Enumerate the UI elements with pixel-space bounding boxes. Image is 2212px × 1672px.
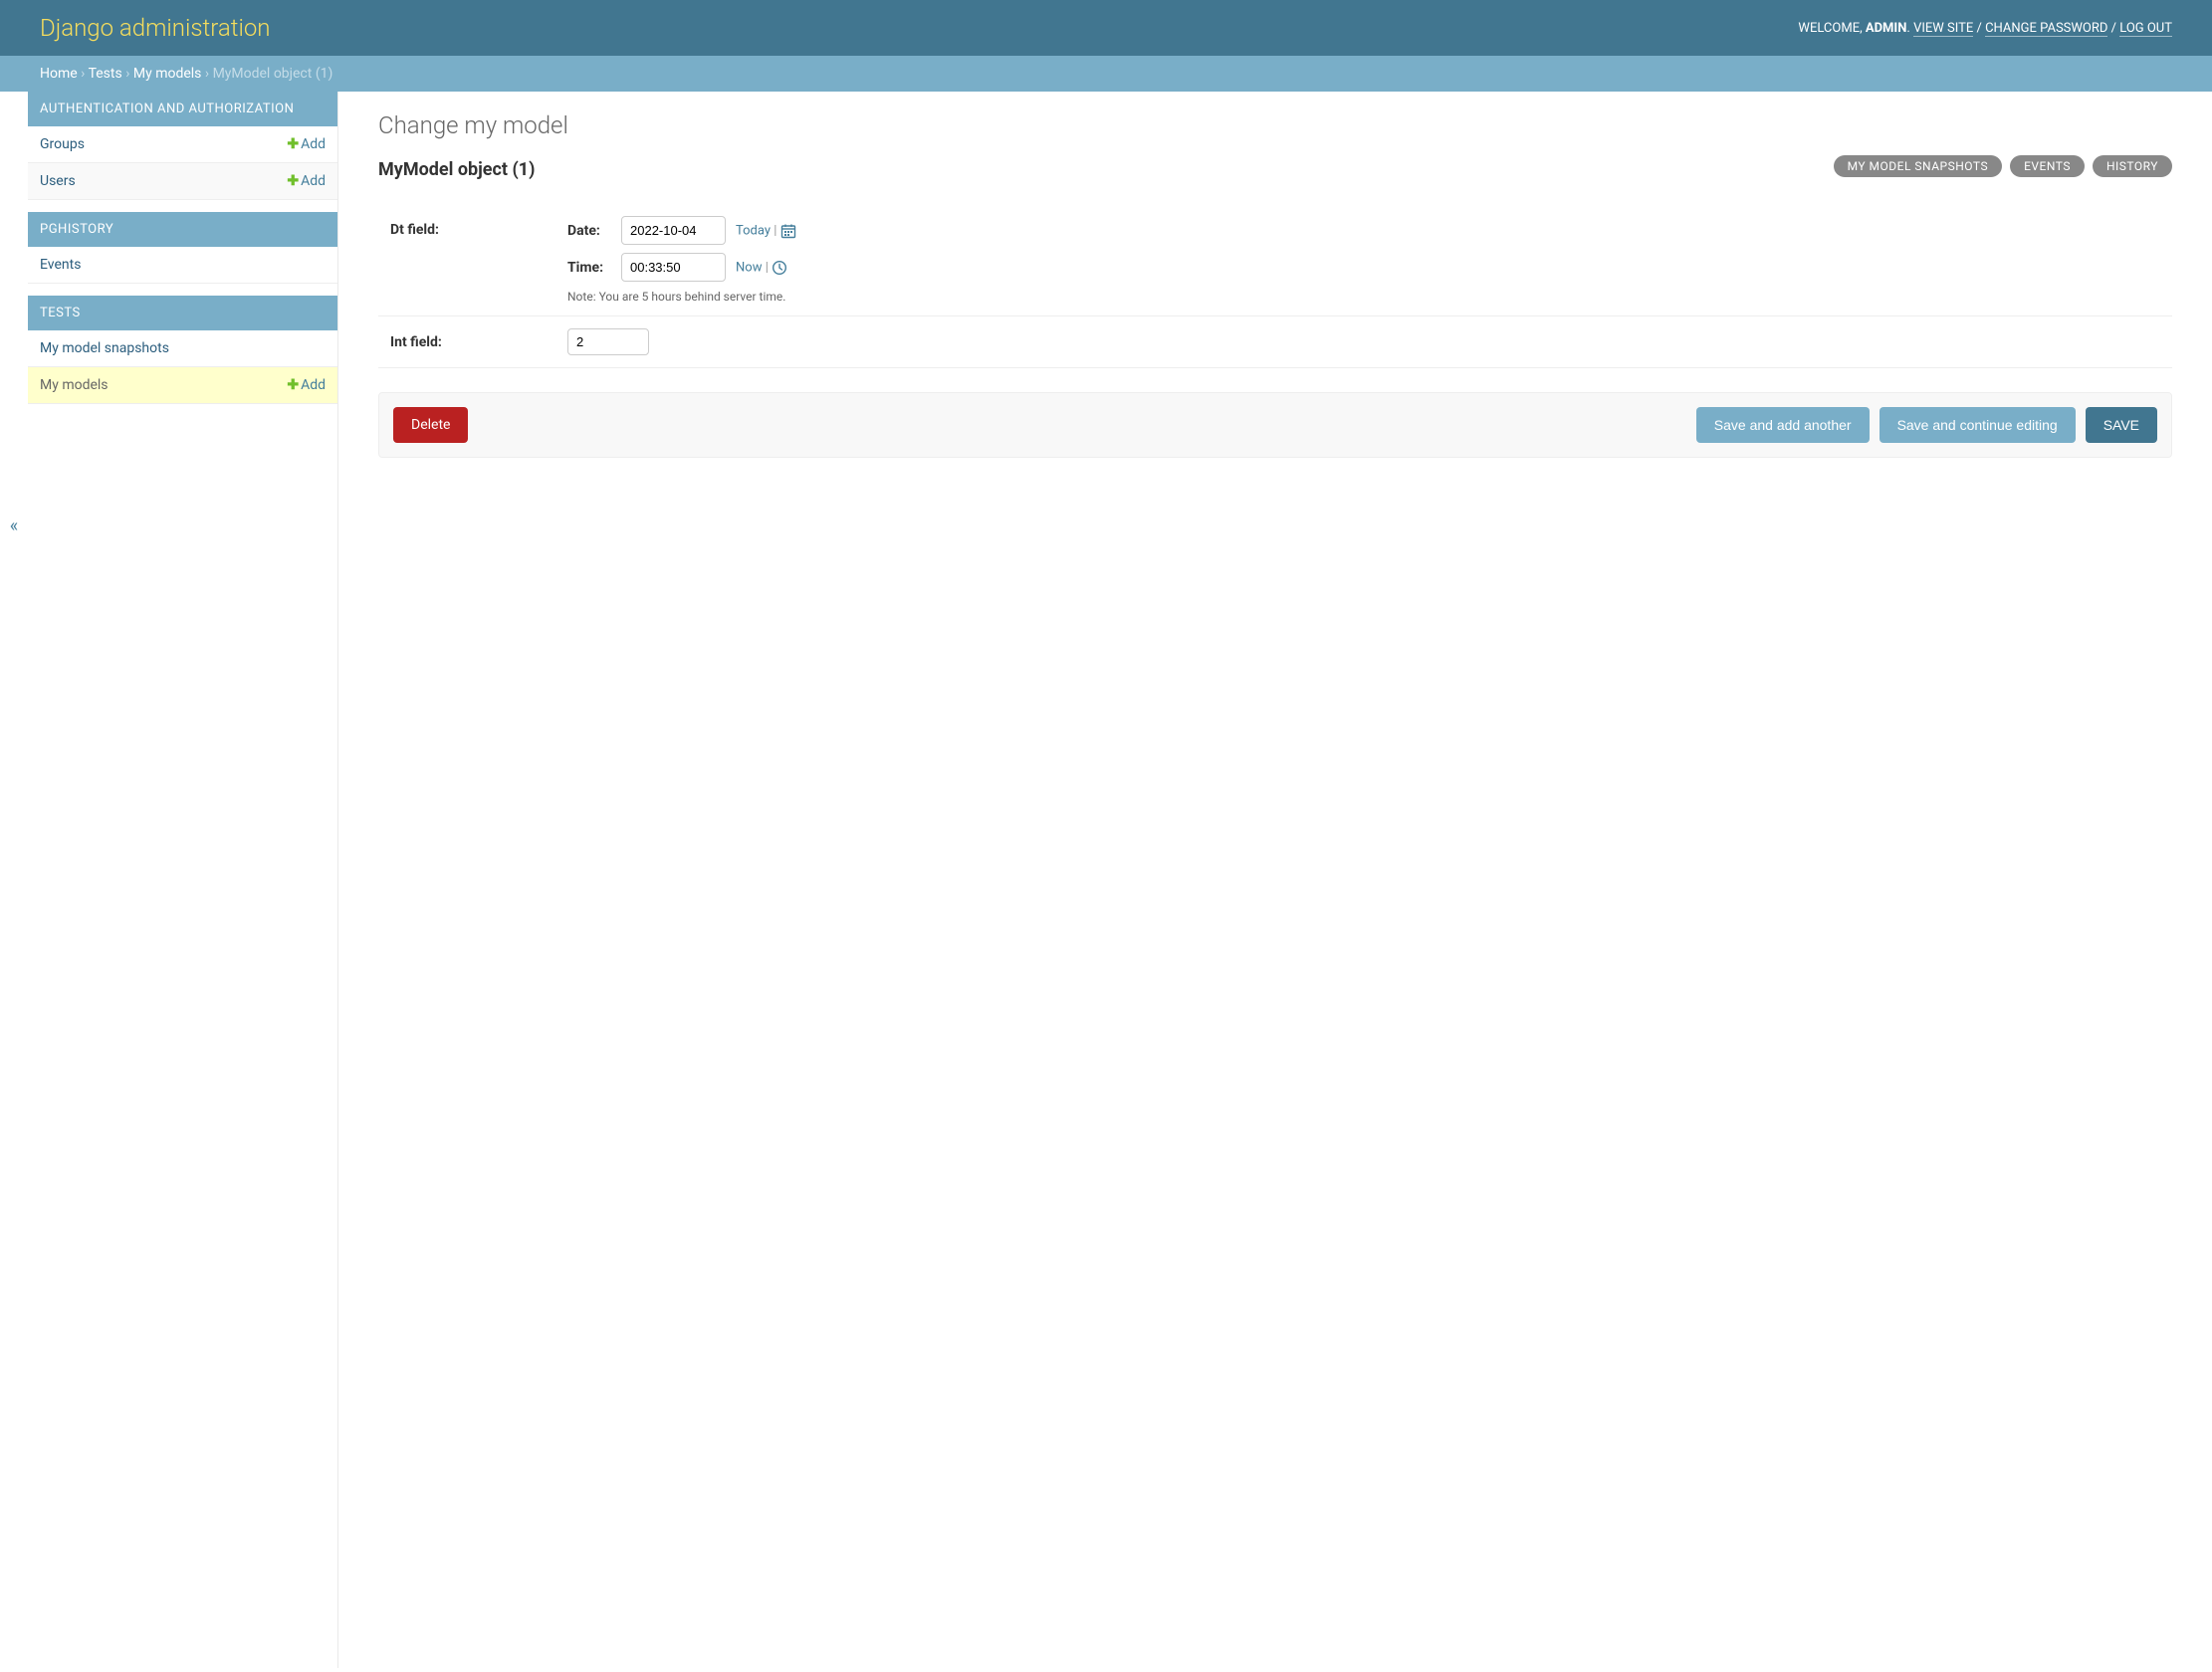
logout-link[interactable]: LOG OUT [2119, 21, 2172, 37]
object-tools: MY MODEL SNAPSHOTS EVENTS HISTORY [1834, 155, 2172, 177]
change-form: Dt field: Date: Today | Time: [378, 204, 2172, 458]
app-label: AUTHENTICATION AND AUTHORIZATION [28, 92, 337, 126]
add-group-link[interactable]: ✚Add [287, 136, 326, 152]
object-title: MyModel object (1) [378, 159, 535, 180]
add-user-link[interactable]: ✚Add [287, 173, 326, 189]
sidebar-item-my-models: My models ✚Add [28, 367, 337, 404]
sidebar-item-users: Users ✚Add [28, 163, 337, 200]
sidebar-link-events[interactable]: Events [40, 257, 81, 273]
add-my-model-link[interactable]: ✚Add [287, 377, 326, 393]
breadcrumb-model[interactable]: My models [133, 66, 202, 82]
change-password-link[interactable]: CHANGE PASSWORD [1985, 21, 2107, 37]
breadcrumbs: Home › Tests › My models › MyModel objec… [0, 56, 2212, 92]
header: Django administration WELCOME, ADMIN. VI… [0, 0, 2212, 56]
tool-events[interactable]: EVENTS [2010, 155, 2085, 177]
plus-icon: ✚ [287, 173, 299, 189]
row-dt-field: Dt field: Date: Today | Time: [378, 204, 2172, 316]
page-title: Change my model [378, 111, 2172, 139]
app-module-auth: AUTHENTICATION AND AUTHORIZATION Groups … [28, 92, 337, 200]
sidebar-item-snapshots: My model snapshots [28, 330, 337, 367]
timezone-note: Note: You are 5 hours behind server time… [567, 290, 2172, 304]
submit-row: Delete Save and add another Save and con… [378, 392, 2172, 458]
clock-icon[interactable] [772, 260, 787, 276]
breadcrumb-app[interactable]: Tests [89, 66, 122, 82]
username: ADMIN [1866, 21, 1907, 36]
time-input[interactable] [621, 253, 726, 282]
app-module-pghistory: PGHISTORY Events [28, 212, 337, 284]
save-continue-button[interactable]: Save and continue editing [1880, 407, 2076, 443]
plus-icon: ✚ [287, 136, 299, 152]
save-add-another-button[interactable]: Save and add another [1696, 407, 1870, 443]
toggle-sidebar-icon[interactable]: « [4, 516, 24, 535]
date-input[interactable] [621, 216, 726, 245]
tool-snapshots[interactable]: MY MODEL SNAPSHOTS [1834, 155, 2003, 177]
app-label: PGHISTORY [28, 212, 337, 247]
row-int-field: Int field: [378, 316, 2172, 368]
breadcrumb-current: MyModel object (1) [213, 66, 333, 82]
save-button[interactable]: SAVE [2086, 407, 2157, 443]
now-link[interactable]: Now [736, 260, 762, 275]
view-site-link[interactable]: VIEW SITE [1913, 21, 1973, 37]
sidebar-item-groups: Groups ✚Add [28, 126, 337, 163]
today-link[interactable]: Today [736, 223, 771, 238]
int-field-input[interactable] [567, 328, 649, 355]
int-field-label: Int field: [378, 328, 567, 350]
sidebar-link-groups[interactable]: Groups [40, 136, 85, 152]
sidebar-item-events: Events [28, 247, 337, 284]
dt-field-label: Dt field: [378, 216, 567, 238]
site-name: Django administration [40, 14, 271, 42]
sidebar-link-users[interactable]: Users [40, 173, 76, 189]
app-label: TESTS [28, 296, 337, 330]
tool-history[interactable]: HISTORY [2093, 155, 2172, 177]
site-name-link[interactable]: Django administration [40, 14, 271, 42]
time-label: Time: [567, 260, 611, 276]
date-label: Date: [567, 223, 611, 239]
app-module-tests: TESTS My model snapshots My models ✚Add [28, 296, 337, 404]
breadcrumb-home[interactable]: Home [40, 66, 78, 82]
sidebar-link-snapshots[interactable]: My model snapshots [40, 340, 169, 356]
calendar-icon[interactable] [780, 223, 796, 239]
plus-icon: ✚ [287, 377, 299, 393]
user-tools: WELCOME, ADMIN. VIEW SITE / CHANGE PASSW… [1798, 21, 2172, 36]
content: Change my model MyModel object (1) MY MO… [338, 92, 2212, 1668]
delete-button[interactable]: Delete [393, 407, 468, 443]
sidebar-link-my-models[interactable]: My models [40, 377, 109, 393]
nav-sidebar: « AUTHENTICATION AND AUTHORIZATION Group… [28, 92, 338, 1668]
welcome-text: WELCOME, [1798, 21, 1865, 36]
